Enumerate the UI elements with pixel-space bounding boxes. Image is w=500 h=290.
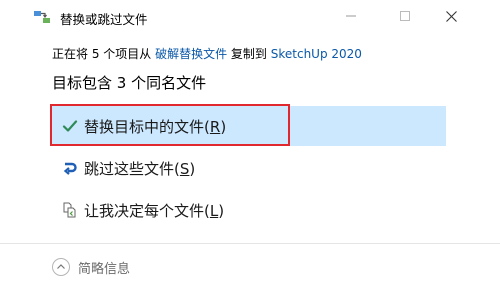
maximize-button[interactable]	[382, 0, 428, 32]
skip-files-label: 跳过这些文件(S)	[84, 160, 196, 178]
minimize-icon	[346, 15, 356, 17]
copy-prefix: 正在将 5 个项目从	[52, 47, 156, 61]
close-icon	[445, 10, 457, 22]
destination-folder-link[interactable]: SketchUp 2020	[271, 47, 362, 61]
window-title: 替换或跳过文件	[60, 12, 148, 27]
decide-accel-key: L	[209, 202, 219, 220]
collapse-details-button[interactable]	[52, 258, 70, 276]
maximize-icon	[400, 11, 410, 21]
copy-description: 正在将 5 个项目从 破解替换文件 复制到 SketchUp 2020	[52, 45, 362, 62]
checkmark-icon	[62, 120, 78, 132]
skip-files-option[interactable]: 跳过这些文件(S)	[52, 148, 446, 188]
skip-arrow-icon	[63, 162, 77, 175]
fewer-details-label[interactable]: 简略信息	[78, 258, 130, 277]
replace-files-option[interactable]: 替换目标中的文件(R)	[50, 104, 446, 146]
chevron-up-icon	[57, 264, 65, 269]
source-folder-link[interactable]: 破解替换文件	[155, 47, 227, 61]
decide-each-option[interactable]: 让我决定每个文件(L)	[52, 190, 446, 230]
copy-middle: 复制到	[227, 47, 271, 61]
replace-files-label: 替换目标中的文件(R)	[84, 118, 227, 136]
replace-accel-key: R	[209, 118, 221, 136]
skip-accel-key: S	[179, 160, 190, 178]
close-button[interactable]	[428, 0, 474, 32]
conflict-heading: 目标包含 3 个同名文件	[52, 74, 207, 92]
title-bar: 替换或跳过文件	[0, 0, 500, 34]
file-transfer-icon	[34, 11, 50, 23]
minimize-button[interactable]	[328, 0, 374, 32]
footer: 简略信息	[0, 244, 500, 290]
decide-each-label: 让我决定每个文件(L)	[84, 202, 225, 220]
compare-files-icon	[63, 202, 76, 218]
